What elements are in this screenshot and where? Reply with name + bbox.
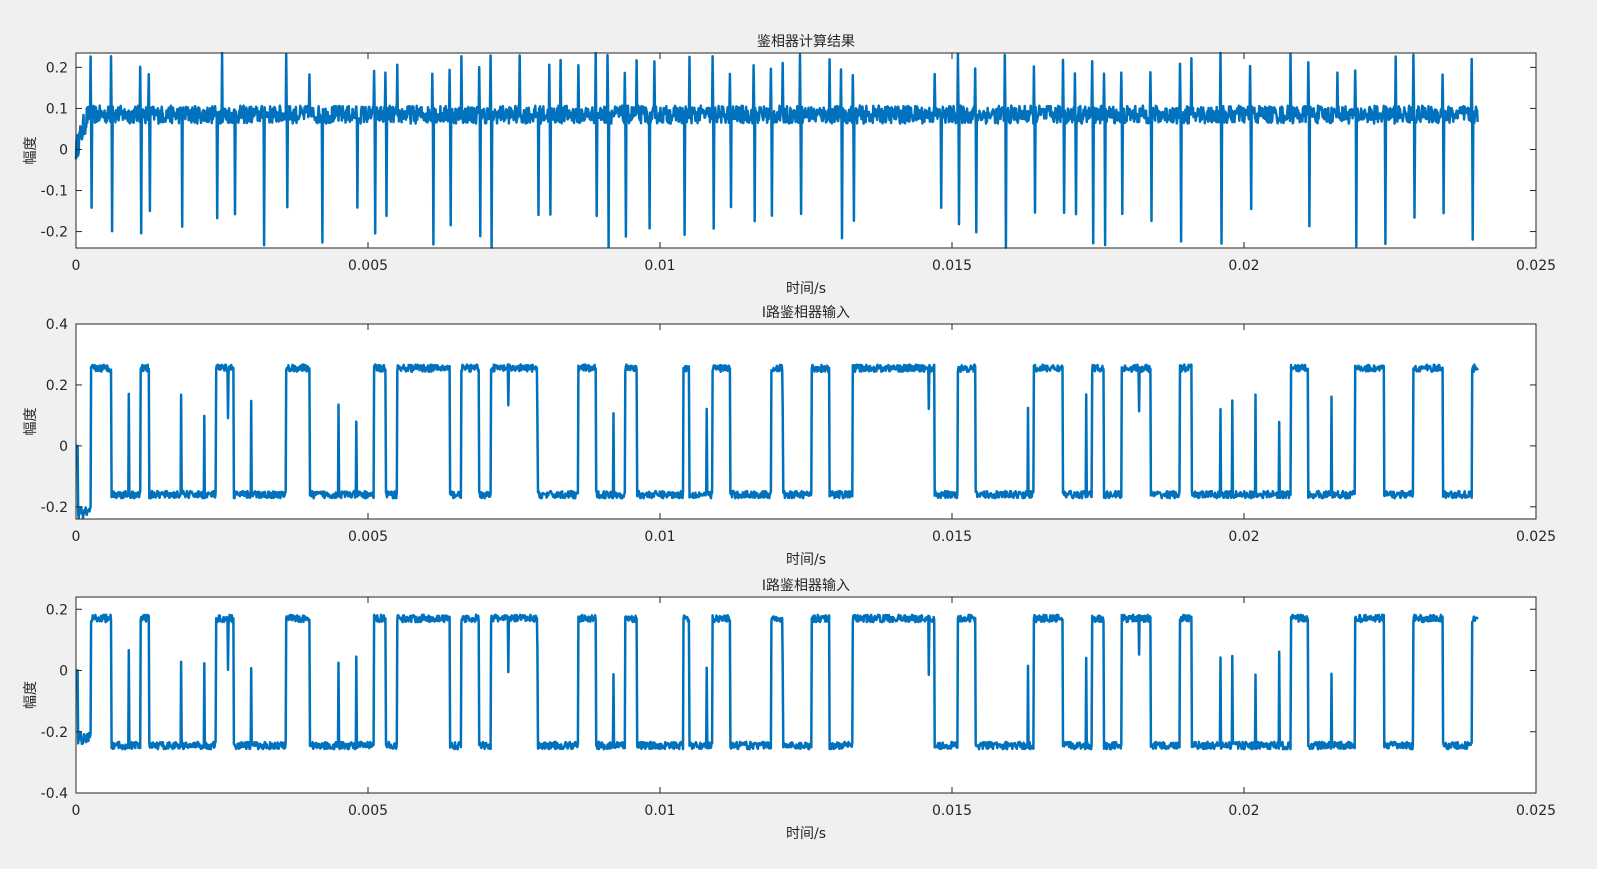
axes-title: I路鉴相器输入 [762, 578, 850, 594]
x-tick-label: 0.025 [1516, 258, 1556, 274]
x-tick-label: 0.005 [348, 803, 388, 819]
axes-title: I路鉴相器输入 [762, 305, 850, 321]
x-tick-label: 0.02 [1228, 529, 1259, 545]
y-tick-label: 0.2 [46, 378, 68, 394]
y-tick-label: -0.2 [41, 725, 68, 741]
y-axis-label: 幅度 [23, 137, 39, 165]
y-tick-label: 0 [59, 439, 68, 455]
y-tick-label: -0.2 [41, 225, 68, 241]
y-tick-label: 0 [59, 142, 68, 158]
y-axis-label: 幅度 [23, 681, 39, 709]
x-tick-label: 0.025 [1516, 803, 1556, 819]
x-tick-label: 0 [72, 258, 81, 274]
x-tick-label: 0.015 [932, 529, 972, 545]
y-tick-label: -0.1 [41, 184, 68, 200]
x-tick-label: 0.01 [644, 258, 675, 274]
axes-background [76, 597, 1536, 793]
x-tick-label: 0 [72, 803, 81, 819]
x-tick-label: 0.02 [1228, 258, 1259, 274]
x-tick-label: 0.01 [644, 803, 675, 819]
y-tick-label: 0.1 [46, 101, 68, 117]
y-tick-label: -0.4 [41, 786, 68, 802]
x-tick-label: 0.025 [1516, 529, 1556, 545]
x-tick-label: 0.015 [932, 803, 972, 819]
y-tick-label: -0.2 [41, 500, 68, 516]
y-tick-label: 0.2 [46, 602, 68, 618]
y-axis-label: 幅度 [23, 408, 39, 436]
x-tick-label: 0.02 [1228, 803, 1259, 819]
x-tick-label: 0 [72, 529, 81, 545]
x-axis-label: 时间/s [786, 281, 826, 297]
y-tick-label: 0 [59, 664, 68, 680]
x-axis-label: 时间/s [786, 552, 826, 568]
matlab-figure: 0 0.005 0.01 0.015 0.02 0.025 -0.2 -0.1 0 0.1 0.2 … [0, 0, 1597, 865]
x-tick-label: 0.005 [348, 529, 388, 545]
x-axis-label: 时间/s [786, 826, 826, 842]
axes-background [76, 53, 1536, 248]
axes-background [76, 324, 1536, 519]
x-tick-label: 0.01 [644, 529, 675, 545]
y-tick-label: 0.4 [46, 317, 68, 333]
x-tick-label: 0.005 [348, 258, 388, 274]
x-tick-label: 0.015 [932, 258, 972, 274]
figure-canvas: 0 0.005 0.01 0.015 0.02 0.025-0.2-0.100.10.2 … [0, 0, 1597, 865]
y-tick-label: 0.2 [46, 60, 68, 76]
axes-title: 鉴相器计算结果 [757, 34, 855, 50]
